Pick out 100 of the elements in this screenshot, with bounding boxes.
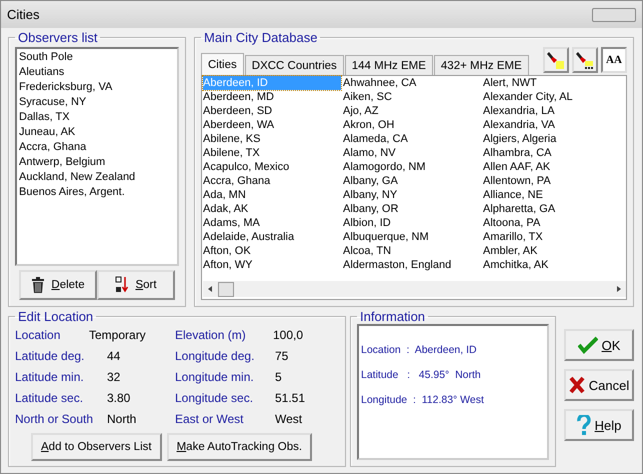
scroll-right-icon[interactable] xyxy=(615,285,623,293)
list-item[interactable]: Aleutians xyxy=(19,65,175,80)
info-text: Latitude : 45.95° North xyxy=(361,369,482,381)
list-item[interactable]: Allen AAF, AK xyxy=(483,160,550,174)
list-item[interactable]: Syracuse, NY xyxy=(19,95,175,110)
field-value: 32 xyxy=(107,370,120,384)
list-item[interactable]: Acapulco, Mexico xyxy=(203,160,290,174)
list-item[interactable]: Amarillo, TX xyxy=(483,230,543,244)
list-item[interactable]: Allentown, PA xyxy=(483,174,551,188)
list-item[interactable]: Aiken, SC xyxy=(343,90,392,104)
info-text: Location : Aberdeen, ID xyxy=(361,344,478,356)
list-item[interactable]: Juneau, AK xyxy=(19,125,175,140)
list-item[interactable]: Alamogordo, NM xyxy=(343,160,426,174)
list-item[interactable]: Adak, AK xyxy=(203,202,248,216)
list-item[interactable]: Alliance, NE xyxy=(483,188,543,202)
action-button[interactable]: Make AutoTracking Obs. xyxy=(166,433,312,461)
field-value: 5 xyxy=(275,370,282,384)
scroll-left-icon[interactable] xyxy=(206,285,214,293)
sort-button[interactable]: Sort xyxy=(97,270,175,300)
list-item[interactable]: Fredericksburg, VA xyxy=(19,80,175,95)
list-item[interactable]: Alpharetta, GA xyxy=(483,202,556,216)
list-item[interactable]: Aldermaston, England xyxy=(343,258,452,272)
sort-icon xyxy=(115,276,130,294)
list-item[interactable]: Accra, Ghana xyxy=(19,140,175,155)
list-item[interactable]: Aberdeen, SD xyxy=(203,104,272,118)
list-item[interactable]: Aberdeen, WA xyxy=(203,118,274,132)
action-button[interactable]: Add to Observers List xyxy=(31,433,162,461)
list-item[interactable]: South Pole xyxy=(19,50,175,65)
list-item[interactable]: Abilene, TX xyxy=(203,146,260,160)
list-item[interactable]: Alhambra, CA xyxy=(483,146,552,160)
field-label: East or West xyxy=(175,412,244,426)
field-label: Location xyxy=(15,328,62,342)
list-item[interactable]: Afton, WY xyxy=(203,258,253,272)
delete-button[interactable]: Delete xyxy=(19,270,97,300)
list-item[interactable]: Afton, OK xyxy=(203,244,251,258)
list-item[interactable]: Alamo, NV xyxy=(343,146,396,160)
list-item[interactable]: Abilene, KS xyxy=(203,132,260,146)
list-item[interactable]: Adams, MA xyxy=(203,216,260,230)
list-item[interactable]: Ajo, AZ xyxy=(343,104,378,118)
tab[interactable]: Cities xyxy=(201,53,244,75)
info-text: Longitude : 112.83° West xyxy=(361,394,485,406)
tab[interactable]: 432+ MHz EME xyxy=(434,55,529,75)
tab[interactable]: DXCC Countries xyxy=(244,55,344,75)
list-item[interactable]: Ahwahnee, CA xyxy=(343,76,416,90)
cancel-button[interactable]: Cancel xyxy=(564,369,634,401)
group-title: Edit Location xyxy=(17,309,94,324)
field-label: Longitude deg. xyxy=(175,348,256,362)
horizontal-scrollbar[interactable] xyxy=(203,281,626,297)
list-item[interactable]: Altoona, PA xyxy=(483,216,540,230)
list-item[interactable]: Akron, OH xyxy=(343,118,394,132)
list-item[interactable]: Aberdeen, MD xyxy=(203,90,274,104)
flashlight-icon xyxy=(546,50,566,70)
list-item[interactable]: Albany, NY xyxy=(343,188,398,202)
list-item[interactable]: Dallas, TX xyxy=(19,110,175,125)
flashlight-button[interactable] xyxy=(543,47,569,73)
field-value: 3.80 xyxy=(107,390,130,404)
observers-list[interactable]: South Pole Aleutians Fredericksburg, VA Syracuse, NY Dallas, TX Juneau, AK Accra, Ghana Antwerp, Belgium Auckland, New Zealand Buenos Aires, Argent. xyxy=(15,47,179,266)
list-item[interactable]: Alert, NWT xyxy=(483,76,537,90)
group-title: Information xyxy=(359,309,426,324)
list-item[interactable]: Albion, ID xyxy=(343,216,391,230)
list-item[interactable]: Accra, Ghana xyxy=(203,174,270,188)
field-label: Latitude deg. xyxy=(15,348,86,362)
list-item[interactable]: Ada, MN xyxy=(203,188,246,202)
list-item[interactable]: Buenos Aires, Argent. xyxy=(19,185,175,200)
field-value: 75 xyxy=(275,348,288,362)
window-title: Cities xyxy=(7,7,40,22)
list-item[interactable]: Adelaide, Australia xyxy=(203,230,294,244)
question-mark-icon xyxy=(576,415,591,435)
field-label: Latitude sec. xyxy=(15,390,84,404)
group-title: Main City Database xyxy=(203,30,318,45)
tab[interactable]: 144 MHz EME xyxy=(344,55,433,75)
group-title: Observers list xyxy=(17,30,98,45)
title-bar-button[interactable] xyxy=(592,8,636,22)
list-item[interactable]: Alcoa, TN xyxy=(343,244,392,258)
list-item[interactable]: Ambler, AK xyxy=(483,244,538,258)
checkmark-icon xyxy=(578,336,598,354)
list-item[interactable]: Algiers, Algeria xyxy=(483,132,556,146)
field-label: North or South xyxy=(15,412,94,426)
list-item[interactable]: Alexander City, AL xyxy=(483,90,573,104)
list-item[interactable]: Antwerp, Belgium xyxy=(19,155,175,170)
scrollbar-thumb[interactable] xyxy=(218,282,234,296)
cross-icon xyxy=(568,376,585,394)
list-item[interactable]: Albany, GA xyxy=(343,174,398,188)
list-item[interactable]: Albuquerque, NM xyxy=(343,230,429,244)
city-list[interactable] xyxy=(201,75,627,300)
ok-button[interactable]: OK xyxy=(564,329,634,361)
field-label: Latitude min. xyxy=(15,370,85,384)
list-item[interactable]: Alameda, CA xyxy=(343,132,408,146)
field-value: 44 xyxy=(107,348,120,362)
list-item[interactable]: Albany, OR xyxy=(343,202,398,216)
list-item[interactable]: Alexandria, LA xyxy=(483,104,555,118)
flashlight-button[interactable] xyxy=(572,47,598,73)
field-label: Longitude sec. xyxy=(175,390,254,404)
field-label: Elevation (m) xyxy=(175,328,247,342)
flashlight-icon xyxy=(575,50,595,70)
list-item[interactable]: Amchitka, AK xyxy=(483,258,548,272)
font-button[interactable]: AA xyxy=(601,47,627,73)
list-item[interactable]: Alexandria, VA xyxy=(483,118,555,132)
list-item[interactable]: Auckland, New Zealand xyxy=(19,170,175,185)
help-button[interactable]: Help xyxy=(564,409,634,441)
